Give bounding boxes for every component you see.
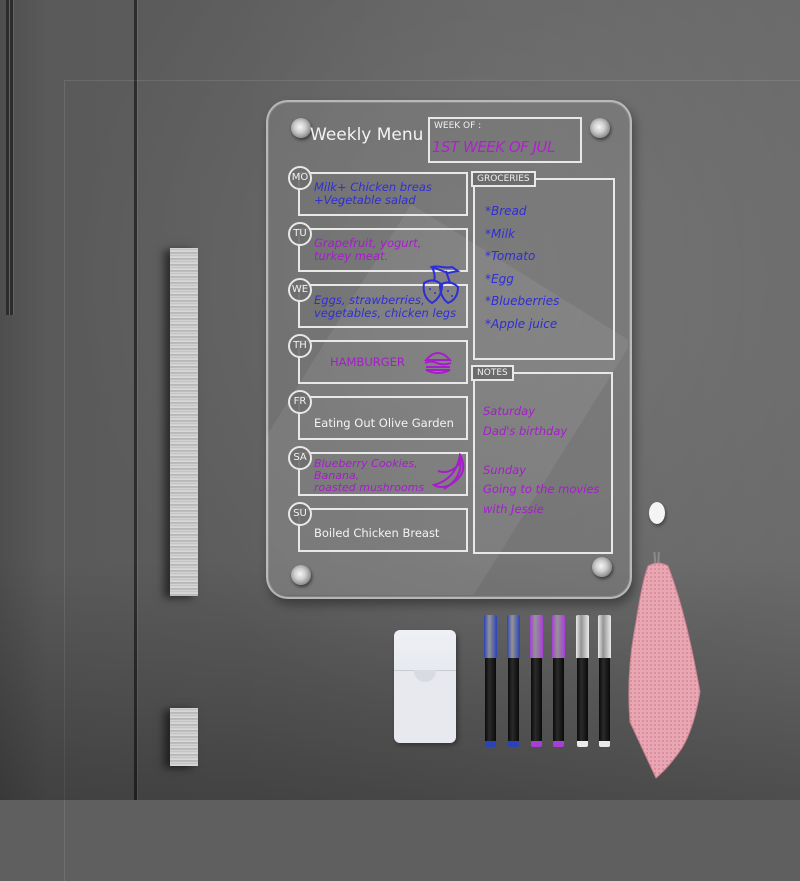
marker-body [508, 658, 519, 741]
day-badge: MO [288, 166, 312, 190]
day-badge: WE [288, 278, 312, 302]
day-badge: SA [288, 446, 312, 470]
marker-body [553, 658, 564, 741]
board-title: Weekly Menu [310, 125, 424, 145]
fridge-seam [6, 0, 9, 315]
day-badge: TU [288, 222, 312, 246]
pink-towel[interactable] [626, 552, 702, 780]
notes-section: NOTES Saturday Dad's birthday Sunday Goi… [471, 365, 613, 554]
marker-cap [484, 615, 497, 658]
marker-blue[interactable] [484, 615, 497, 748]
marker-tip [485, 741, 496, 747]
day-row-tuesday[interactable]: TU Grapefruit, yogurt, turkey meat. [288, 222, 468, 272]
holder-notch [414, 670, 436, 682]
day-row-friday[interactable]: FR Eating Out Olive Garden [288, 390, 468, 440]
marker-tip [508, 741, 519, 747]
marker-tip [553, 741, 564, 747]
day-menu-text[interactable]: Grapefruit, yogurt, turkey meat. [314, 237, 421, 263]
marker-white[interactable] [598, 615, 611, 748]
grocery-item[interactable]: *Bread [485, 204, 559, 227]
day-menu-text[interactable]: Boiled Chicken Breast [314, 527, 439, 540]
grocery-item[interactable]: *Milk [485, 227, 559, 250]
marker-cap [576, 615, 589, 658]
banana-icon [431, 453, 465, 490]
marker-holder[interactable] [394, 630, 456, 743]
groceries-list: *Bread *Milk *Tomato *Egg *Blueberries *… [485, 204, 559, 340]
hamburger-icon [423, 352, 453, 374]
grocery-item[interactable]: *Egg [485, 272, 559, 295]
notes-text[interactable]: Saturday Dad's birthday Sunday Going to … [483, 402, 599, 519]
marker-tip [531, 741, 542, 747]
day-badge: FR [288, 390, 312, 414]
marker-tip [599, 741, 610, 747]
day-menu-text[interactable]: HAMBURGER [330, 356, 405, 369]
marker-tip [577, 741, 588, 747]
marker-cap [552, 615, 565, 658]
screw-icon [291, 565, 311, 585]
day-row-sunday[interactable]: SU Boiled Chicken Breast [288, 502, 468, 552]
week-of-label: WEEK OF : [434, 121, 482, 131]
adhesive-hook[interactable] [649, 502, 665, 524]
marker-body [577, 658, 588, 741]
marker-cap [507, 615, 520, 658]
holder-pocket [394, 670, 456, 743]
fridge-handle-upper[interactable] [170, 248, 198, 596]
marker-cap [598, 615, 611, 658]
marker-body [531, 658, 542, 741]
week-of-box[interactable]: WEEK OF : 1ST WEEK OF JUL [428, 117, 582, 163]
strawberries-icon [422, 265, 461, 305]
day-menu-text[interactable]: Blueberry Cookies, Banana, roasted mushr… [314, 458, 424, 494]
marker-body [485, 658, 496, 741]
grocery-item[interactable]: *Apple juice [485, 317, 559, 340]
marker-body [599, 658, 610, 741]
day-menu-text[interactable]: Milk+ Chicken breas +Vegetable salad [314, 181, 432, 207]
marker-purple[interactable] [552, 615, 565, 748]
day-menu-text[interactable]: Eating Out Olive Garden [314, 417, 454, 430]
day-badge: TH [288, 334, 312, 358]
screw-icon [592, 557, 612, 577]
week-of-value[interactable]: 1ST WEEK OF JUL [432, 138, 555, 156]
grocery-item[interactable]: *Blueberries [485, 294, 559, 317]
marker-cap [530, 615, 543, 658]
marker-blue[interactable] [507, 615, 520, 748]
groceries-section: GROCERIES *Bread *Milk *Tomato *Egg *Blu… [471, 171, 615, 360]
screw-icon [291, 118, 311, 138]
screw-icon [590, 118, 610, 138]
marker-white[interactable] [576, 615, 589, 748]
notes-label: NOTES [471, 365, 514, 381]
fridge-handle-lower[interactable] [170, 708, 198, 766]
day-badge: SU [288, 502, 312, 526]
grocery-item[interactable]: *Tomato [485, 249, 559, 272]
fridge-seam [10, 0, 13, 315]
groceries-label: GROCERIES [471, 171, 536, 187]
marker-purple[interactable] [530, 615, 543, 748]
day-row-monday[interactable]: MO Milk+ Chicken breas +Vegetable salad [288, 166, 468, 216]
